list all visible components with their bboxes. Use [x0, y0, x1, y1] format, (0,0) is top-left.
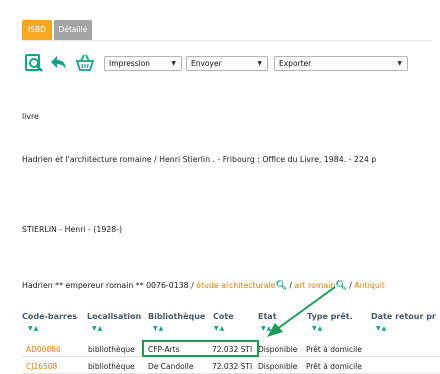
col-header-date-retour[interactable]: Date retour pr — [371, 312, 436, 321]
cell-etat: Disponible — [258, 345, 298, 354]
highlight-box — [142, 340, 259, 357]
cell-etat: Disponible — [258, 362, 298, 371]
tab-isbd[interactable]: ISBD — [22, 20, 52, 40]
col-header-bibliotheque[interactable]: Bibliothèque — [148, 312, 205, 321]
exporter-select-value: Exporter — [279, 59, 312, 68]
cell-localisation: bibliothèque — [88, 362, 135, 371]
chevron-down-icon: ▼ — [397, 60, 402, 67]
col-header-code-barres[interactable]: Code-barres — [22, 312, 77, 321]
envoyer-select-value: Envoyer — [191, 59, 222, 68]
sort-arrows-icon[interactable]: ▼▲ — [92, 325, 103, 332]
sort-arrows-icon[interactable]: ▼▲ — [153, 325, 164, 332]
cell-bibliotheque: De Candolle — [148, 362, 194, 371]
basket-icon[interactable] — [74, 53, 96, 73]
table-row: CJ26508 bibliothèque De Candolle 72.032 … — [22, 359, 440, 374]
sort-arrows-icon[interactable]: ▼▲ — [214, 325, 225, 332]
impression-select-value: Impression — [109, 59, 151, 68]
record-type: livre — [22, 112, 39, 121]
tab-underline — [22, 40, 432, 41]
tab-detail[interactable]: Détaillé — [54, 20, 92, 40]
subject-link-antiquite[interactable]: Antiquit — [354, 281, 385, 290]
cell-cote: 72.032 STI — [212, 362, 253, 371]
cell-type-pret: Prêt à domicile — [306, 345, 362, 354]
chevron-down-icon: ▼ — [257, 60, 262, 67]
back-arrow-icon[interactable] — [48, 53, 70, 73]
annotation-arrow-icon — [267, 286, 336, 337]
cell-code-barres[interactable]: AD00860 — [26, 345, 61, 354]
impression-select[interactable]: Impression ▼ — [104, 56, 182, 71]
sort-arrows-icon[interactable]: ▼▲ — [376, 325, 387, 332]
col-header-cote[interactable]: Cote — [213, 312, 234, 321]
subject-prefix: Hadrien ** empereur romain ** 0076-0138 … — [22, 281, 197, 290]
sort-arrows-icon[interactable]: ▼▲ — [28, 325, 39, 332]
col-header-localisation[interactable]: Localisation — [87, 312, 141, 321]
chevron-down-icon: ▼ — [171, 60, 176, 67]
cell-code-barres[interactable]: CJ26508 — [26, 362, 57, 371]
search-document-icon[interactable] — [24, 53, 46, 73]
envoyer-select[interactable]: Envoyer ▼ — [186, 56, 268, 71]
cell-localisation: bibliothèque — [88, 345, 135, 354]
exporter-select[interactable]: Exporter ▼ — [274, 56, 408, 71]
cell-type-pret: Prêt à domicile — [306, 362, 362, 371]
record-author: STIERLIN - Henri - (1928-) — [22, 225, 123, 234]
record-title: Hadrien et l'architecture romaine / Henr… — [22, 155, 377, 164]
